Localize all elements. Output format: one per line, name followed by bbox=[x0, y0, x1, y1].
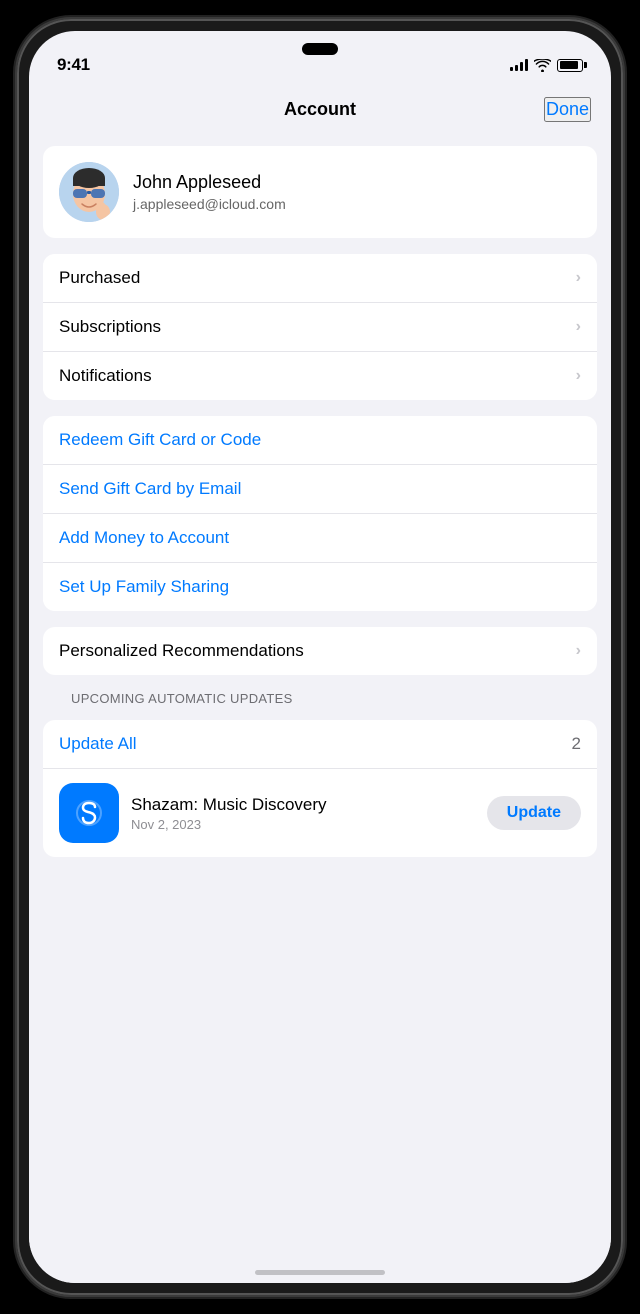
menu-section-1: Purchased › Subscriptions › Notification… bbox=[43, 254, 597, 400]
status-bar: 9:41 bbox=[29, 31, 611, 85]
user-card: John Appleseed j.appleseed@icloud.com bbox=[43, 146, 597, 238]
update-all-row[interactable]: Update All 2 bbox=[43, 720, 597, 769]
page-title: Account bbox=[284, 99, 356, 120]
shazam-app-icon bbox=[59, 783, 119, 843]
update-count: 2 bbox=[572, 734, 581, 754]
updates-section-label: UPCOMING AUTOMATIC UPDATES bbox=[43, 691, 597, 714]
purchased-item[interactable]: Purchased › bbox=[43, 254, 597, 303]
wifi-icon bbox=[534, 59, 551, 72]
notifications-item[interactable]: Notifications › bbox=[43, 352, 597, 400]
purchased-chevron: › bbox=[576, 269, 581, 287]
update-all-label[interactable]: Update All bbox=[59, 734, 137, 754]
personalized-rec-label: Personalized Recommendations bbox=[59, 641, 304, 661]
subscriptions-item[interactable]: Subscriptions › bbox=[43, 303, 597, 352]
user-email: j.appleseed@icloud.com bbox=[133, 196, 286, 212]
personalized-rec-item[interactable]: Personalized Recommendations › bbox=[43, 627, 597, 675]
avatar bbox=[59, 162, 119, 222]
shazam-app-info: Shazam: Music Discovery Nov 2, 2023 bbox=[131, 795, 475, 832]
subscriptions-label: Subscriptions bbox=[59, 317, 161, 337]
add-money-label: Add Money to Account bbox=[59, 528, 229, 548]
redeem-gift-card-item[interactable]: Redeem Gift Card or Code bbox=[43, 416, 597, 465]
navigation-bar: Account Done bbox=[29, 85, 611, 130]
updates-section: Update All 2 bbox=[43, 720, 597, 857]
notifications-label: Notifications bbox=[59, 366, 152, 386]
purchased-label: Purchased bbox=[59, 268, 140, 288]
status-time: 9:41 bbox=[57, 55, 90, 75]
menu-section-2: Redeem Gift Card or Code Send Gift Card … bbox=[43, 416, 597, 611]
shazam-update-button[interactable]: Update bbox=[487, 796, 581, 830]
send-gift-card-label: Send Gift Card by Email bbox=[59, 479, 241, 499]
notifications-chevron: › bbox=[576, 367, 581, 385]
send-gift-card-item[interactable]: Send Gift Card by Email bbox=[43, 465, 597, 514]
user-info: John Appleseed j.appleseed@icloud.com bbox=[133, 172, 286, 212]
add-money-item[interactable]: Add Money to Account bbox=[43, 514, 597, 563]
signal-icon bbox=[510, 59, 528, 71]
dynamic-island bbox=[302, 43, 338, 55]
redeem-gift-card-label: Redeem Gift Card or Code bbox=[59, 430, 261, 450]
menu-section-3: Personalized Recommendations › bbox=[43, 627, 597, 675]
shazam-app-date: Nov 2, 2023 bbox=[131, 817, 475, 832]
status-icons bbox=[510, 59, 583, 72]
personalized-rec-chevron: › bbox=[576, 642, 581, 660]
shazam-update-row: Shazam: Music Discovery Nov 2, 2023 Upda… bbox=[43, 769, 597, 857]
battery-icon bbox=[557, 59, 583, 72]
done-button[interactable]: Done bbox=[544, 97, 591, 122]
shazam-app-name: Shazam: Music Discovery bbox=[131, 795, 475, 815]
family-sharing-label: Set Up Family Sharing bbox=[59, 577, 229, 597]
user-name: John Appleseed bbox=[133, 172, 286, 193]
family-sharing-item[interactable]: Set Up Family Sharing bbox=[43, 563, 597, 611]
subscriptions-chevron: › bbox=[576, 318, 581, 336]
home-indicator bbox=[255, 1270, 385, 1275]
main-content: Account Done bbox=[29, 85, 611, 1283]
